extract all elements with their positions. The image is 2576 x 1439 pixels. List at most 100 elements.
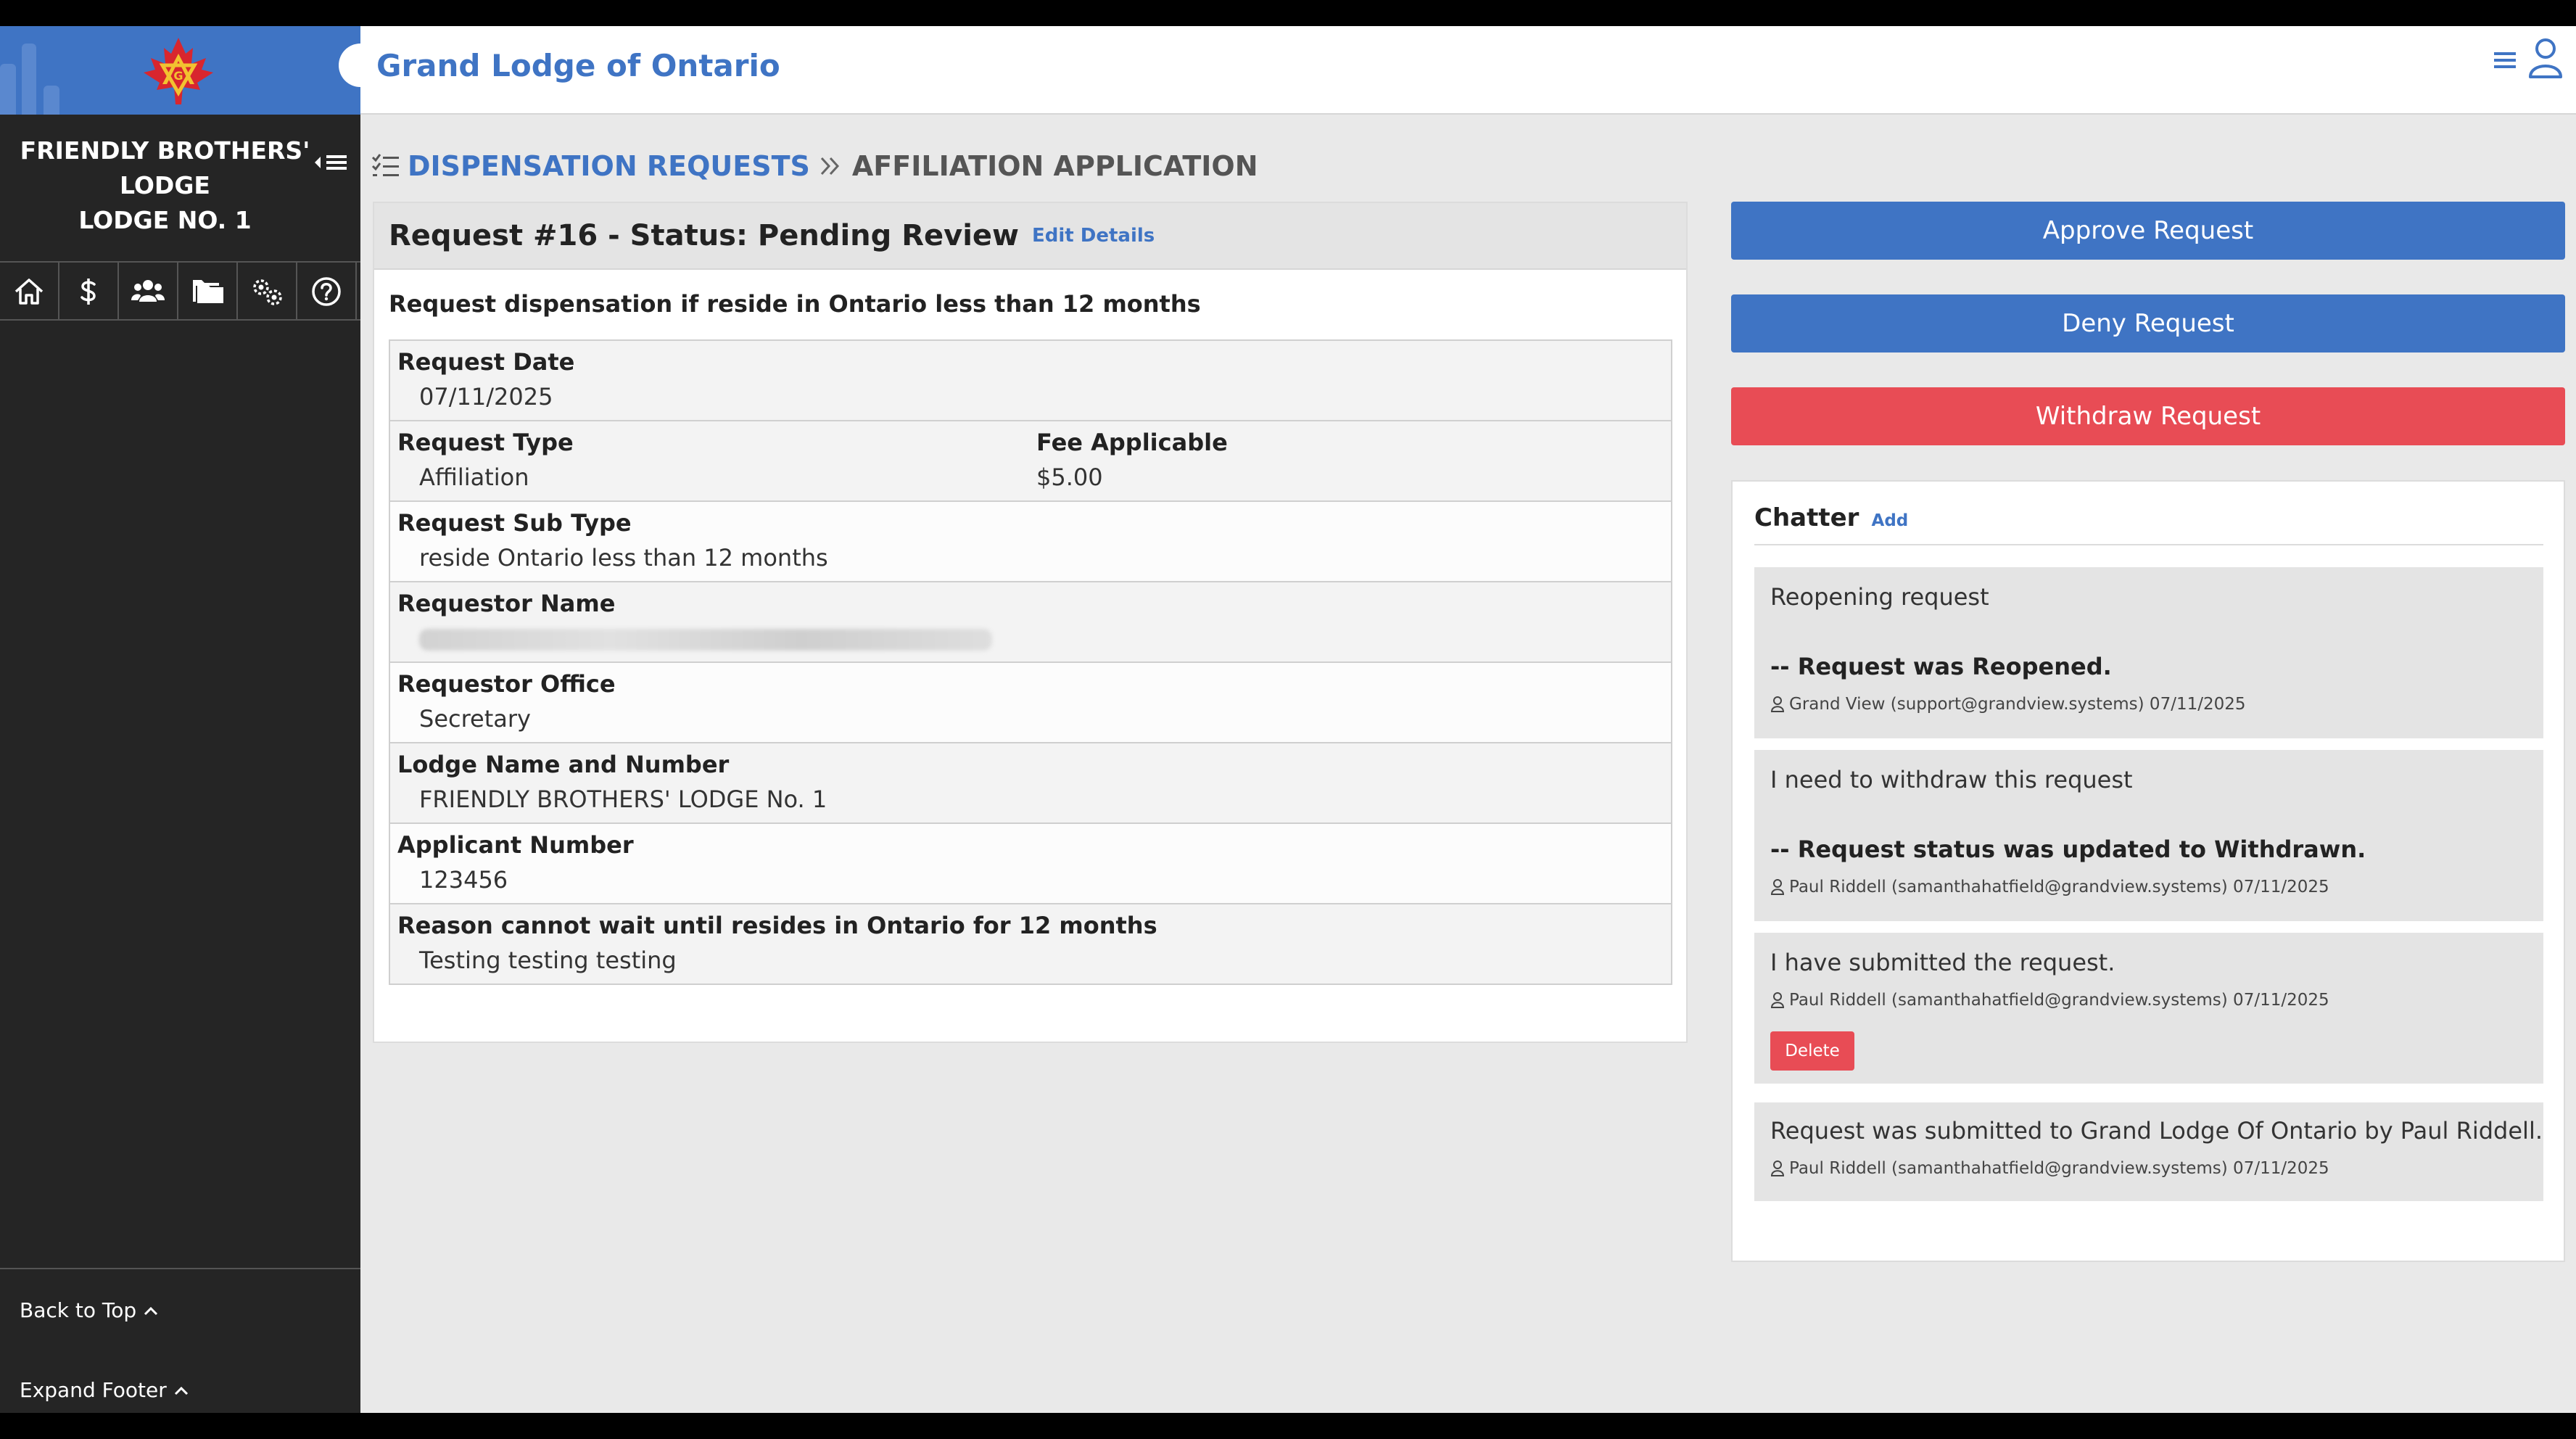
user-icon: [1770, 992, 1785, 1008]
field-value: reside Ontario less than 12 months: [419, 544, 828, 572]
chatter-panel: Chatter Add Reopening request -- Request…: [1731, 480, 2565, 1262]
user-profile-icon[interactable]: [2527, 36, 2564, 80]
hamburger-menu-icon[interactable]: [2493, 48, 2517, 73]
field-value: Testing testing testing: [419, 947, 677, 974]
app-window: G FRIENDLY BROTHERS' LODGE LODGE NO. 1 B…: [0, 26, 2576, 1413]
nav-documents[interactable]: [178, 263, 238, 321]
expand-footer-label: Expand Footer: [20, 1378, 167, 1402]
field-value: Secretary: [419, 705, 531, 733]
field-row-requestor-name: Requestor Name: [390, 582, 1671, 663]
chatter-message: Reopening request -- Request was Reopene…: [1754, 567, 2543, 738]
message-status: -- Request status was updated to Withdra…: [1770, 836, 2366, 863]
field-row-request-sub-type: Request Sub Type reside Ontario less tha…: [390, 502, 1671, 582]
field-value: $5.00: [1036, 463, 1103, 491]
user-icon: [1770, 696, 1785, 712]
chatter-message: Request was submitted to Grand Lodge Of …: [1754, 1102, 2543, 1201]
decorative-bar: [22, 44, 36, 115]
message-author: Grand View (support@grandview.systems) 0…: [1789, 695, 2246, 714]
field-label: Lodge Name and Number: [397, 751, 730, 778]
approve-request-button[interactable]: Approve Request: [1731, 202, 2565, 260]
message-status: -- Request was Reopened.: [1770, 653, 2112, 680]
field-label: Applicant Number: [397, 831, 634, 859]
chevron-up-icon: [144, 1306, 158, 1316]
back-to-top-label: Back to Top: [20, 1298, 137, 1322]
redacted-value: [419, 629, 992, 651]
lodge-name: FRIENDLY BROTHERS' LODGE LODGE NO. 1: [0, 133, 330, 238]
nav-members[interactable]: [119, 263, 178, 321]
message-meta: Paul Riddell (samanthahatfield@grandview…: [1770, 878, 2329, 896]
chatter-add-link[interactable]: Add: [1872, 511, 1909, 530]
dollar-icon: [80, 279, 96, 305]
top-header: Grand Lodge of Ontario: [339, 26, 2576, 115]
request-fields-table: Request Date 07/11/2025 Request Type Aff…: [389, 339, 1672, 985]
field-row-reason: Reason cannot wait until resides in Onta…: [390, 904, 1671, 984]
field-label: Requestor Name: [397, 590, 616, 617]
message-text: Request was submitted to Grand Lodge Of …: [1770, 1117, 2543, 1145]
checklist-icon: [371, 154, 399, 176]
message-author: Paul Riddell (samanthahatfield@grandview…: [1789, 991, 2329, 1010]
field-row-applicant-number: Applicant Number 123456: [390, 824, 1671, 904]
field-value: FRIENDLY BROTHERS' LODGE No. 1: [419, 786, 827, 813]
message-text: I need to withdraw this request: [1770, 766, 2133, 793]
breadcrumb-current: AFFILIATION APPLICATION: [851, 150, 1258, 182]
field-value: 123456: [419, 866, 508, 894]
field-row-lodge-name-number: Lodge Name and Number FRIENDLY BROTHERS'…: [390, 743, 1671, 824]
field-row-request-type: Request Type Affiliation Fee Applicable …: [390, 421, 1671, 502]
help-icon: [312, 277, 341, 306]
user-icon: [1770, 1160, 1785, 1176]
decorative-bar: [44, 86, 59, 115]
folders-icon: [193, 280, 223, 303]
field-label: Fee Applicable: [1036, 429, 1228, 456]
chatter-header: Chatter Add: [1754, 503, 2543, 545]
decorative-bar: [0, 64, 16, 115]
home-icon: [15, 279, 44, 305]
header-notch: [339, 44, 382, 87]
chatter-title: Chatter: [1754, 503, 1859, 532]
maple-leaf-logo-icon[interactable]: G: [141, 36, 216, 106]
nav-settings[interactable]: [238, 263, 297, 321]
field-row-request-date: Request Date 07/11/2025: [390, 341, 1671, 421]
message-author: Paul Riddell (samanthahatfield@grandview…: [1789, 1159, 2329, 1178]
request-details-panel: Request #16 - Status: Pending Review Edi…: [373, 202, 1688, 1043]
field-label: Request Type: [397, 429, 574, 456]
field-label: Reason cannot wait until resides in Onta…: [397, 912, 1157, 939]
double-chevron-right-icon: [820, 157, 839, 176]
message-author: Paul Riddell (samanthahatfield@grandview…: [1789, 878, 2329, 896]
field-label: Request Date: [397, 348, 575, 376]
back-to-top-link[interactable]: Back to Top: [20, 1298, 159, 1322]
chevron-up-icon: [174, 1386, 188, 1395]
request-title: Request #16 - Status: Pending Review: [389, 219, 1020, 252]
message-text: I have submitted the request.: [1770, 949, 2115, 976]
lodge-name-line: FRIENDLY BROTHERS': [20, 136, 310, 165]
breadcrumb: DISPENSATION REQUESTS AFFILIATION APPLIC…: [371, 148, 1258, 184]
field-value: Affiliation: [419, 463, 529, 491]
field-value: 07/11/2025: [419, 383, 553, 411]
nav-finance[interactable]: [59, 263, 119, 321]
breadcrumb-parent-link[interactable]: DISPENSATION REQUESTS: [408, 150, 810, 182]
request-description: Request dispensation if reside in Ontari…: [389, 290, 1201, 318]
delete-message-button[interactable]: Delete: [1770, 1031, 1854, 1071]
chatter-message: I need to withdraw this request -- Reque…: [1754, 750, 2543, 921]
nav-home[interactable]: [0, 263, 59, 321]
field-label: Request Sub Type: [397, 509, 632, 537]
lodge-name-line: LODGE: [120, 171, 210, 199]
sidebar-nav: [0, 261, 360, 321]
app-title[interactable]: Grand Lodge of Ontario: [376, 48, 780, 83]
field-label: Requestor Office: [397, 670, 616, 698]
logo-bar: G: [0, 26, 360, 115]
withdraw-request-button[interactable]: Withdraw Request: [1731, 387, 2565, 445]
expand-footer-link[interactable]: Expand Footer: [20, 1378, 189, 1402]
message-meta: Paul Riddell (samanthahatfield@grandview…: [1770, 991, 2329, 1010]
settings-icon: [253, 279, 282, 305]
members-icon: [131, 280, 165, 302]
message-text: Reopening request: [1770, 583, 1989, 611]
message-meta: Paul Riddell (samanthahatfield@grandview…: [1770, 1159, 2329, 1178]
deny-request-button[interactable]: Deny Request: [1731, 294, 2565, 352]
edit-details-link[interactable]: Edit Details: [1032, 225, 1155, 247]
collapse-sidebar-icon[interactable]: [307, 148, 351, 177]
sidebar-footer: Back to Top Expand Footer: [0, 1268, 360, 1402]
svg-text:G: G: [173, 69, 183, 83]
lodge-name-line: LODGE NO. 1: [78, 206, 252, 234]
user-icon: [1770, 879, 1785, 895]
nav-help[interactable]: [297, 263, 357, 321]
